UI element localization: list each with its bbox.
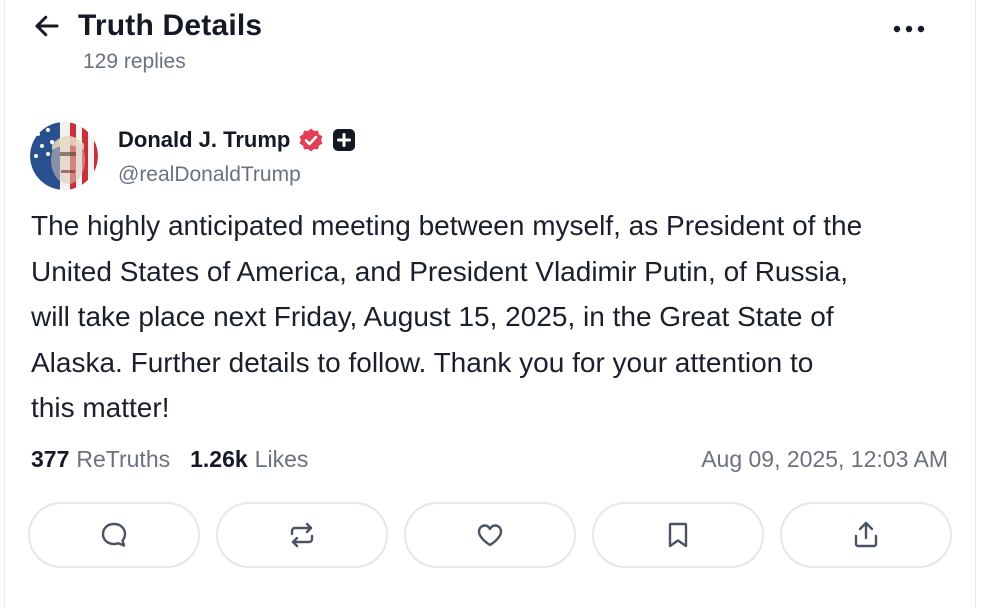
action-bar: [28, 502, 952, 568]
author-name-row: Donald J. Trump: [118, 124, 356, 156]
post-text: The highly anticipated meeting between m…: [31, 210, 863, 423]
reply-count: 129 replies: [83, 50, 186, 73]
verified-badge-icon: [299, 128, 323, 152]
reply-icon: [101, 522, 127, 547]
retruth-button[interactable]: [216, 502, 388, 568]
likes-stat[interactable]: 1.26k Likes: [190, 446, 308, 473]
post-timestamp: Aug 09, 2025, 12:03 AM: [701, 446, 948, 472]
share-icon: [854, 521, 878, 548]
share-button[interactable]: [780, 502, 952, 568]
author-name[interactable]: Donald J. Trump: [118, 127, 290, 153]
bookmark-icon: [668, 522, 688, 548]
arrow-left-icon: [35, 15, 59, 37]
bookmark-button[interactable]: [592, 502, 764, 568]
avatar[interactable]: [30, 122, 98, 190]
back-button[interactable]: [30, 9, 64, 43]
likes-label: Likes: [254, 446, 309, 472]
page-title: Truth Details: [78, 9, 263, 42]
like-button[interactable]: [404, 502, 576, 568]
like-icon: [477, 524, 503, 547]
retruth-icon: [290, 522, 314, 548]
more-options-button[interactable]: [884, 12, 934, 46]
ellipsis-icon: [893, 25, 925, 33]
author-handle[interactable]: @realDonaldTrump: [118, 163, 301, 187]
plus-badge-icon: [333, 129, 356, 151]
likes-count: 1.26k: [190, 446, 248, 472]
post-stats: 377 ReTruths 1.26k Likes: [31, 446, 328, 473]
page-header: Truth Details: [30, 4, 262, 48]
retruths-stat[interactable]: 377 ReTruths: [31, 446, 170, 473]
retruths-label: ReTruths: [76, 446, 171, 472]
reply-button[interactable]: [28, 502, 200, 568]
retruths-count: 377: [31, 446, 70, 472]
